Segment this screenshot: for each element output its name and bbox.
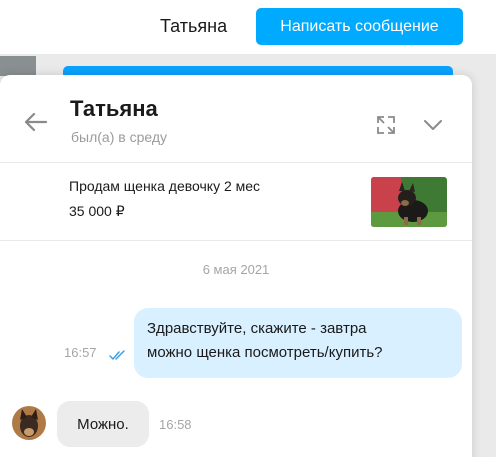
write-message-button-label: Написать сообщение (280, 17, 439, 35)
listing-thumbnail[interactable] (371, 177, 447, 227)
last-seen-status: был(а) в среду (71, 129, 168, 145)
double-check-icon (109, 350, 125, 360)
outgoing-message-line-2: можно щенка посмотреть/купить? (147, 344, 383, 361)
listing-title: Продам щенка девочку 2 мес (69, 178, 261, 194)
chevron-down-icon[interactable] (421, 115, 445, 135)
chat-window: Татьяна был(а) в среду Продам щенка дево… (0, 75, 472, 457)
seller-name[interactable]: Татьяна (160, 16, 227, 37)
chat-header: Татьяна был(а) в среду (0, 75, 472, 163)
write-message-button[interactable]: Написать сообщение (256, 8, 463, 45)
incoming-message-bubble[interactable]: Можно. (57, 401, 149, 447)
outgoing-message-line-1: Здравствуйте, скажите - завтра (147, 320, 367, 337)
avatar[interactable] (12, 406, 46, 440)
background-sidebar-strip (0, 56, 36, 76)
arrow-left-icon[interactable] (22, 108, 50, 136)
outgoing-message-time: 16:57 (64, 345, 97, 360)
incoming-message-text: Можно. (77, 415, 129, 433)
outgoing-message-bubble[interactable]: Здравствуйте, скажите - завтра можно щен… (134, 308, 462, 378)
listing-item[interactable]: Продам щенка девочку 2 мес 35 000 ₽ (0, 163, 472, 241)
incoming-message-time: 16:58 (159, 417, 192, 432)
date-separator: 6 мая 2021 (202, 262, 270, 277)
listing-price: 35 000 ₽ (69, 203, 125, 219)
page: Татьяна Написать сообщение Татьяна был(а… (0, 0, 496, 457)
expand-icon[interactable] (375, 114, 397, 136)
puppy-photo (371, 177, 447, 227)
chat-title: Татьяна (70, 96, 158, 121)
dog-avatar-icon (12, 406, 46, 440)
top-bar: Татьяна Написать сообщение (0, 0, 496, 55)
